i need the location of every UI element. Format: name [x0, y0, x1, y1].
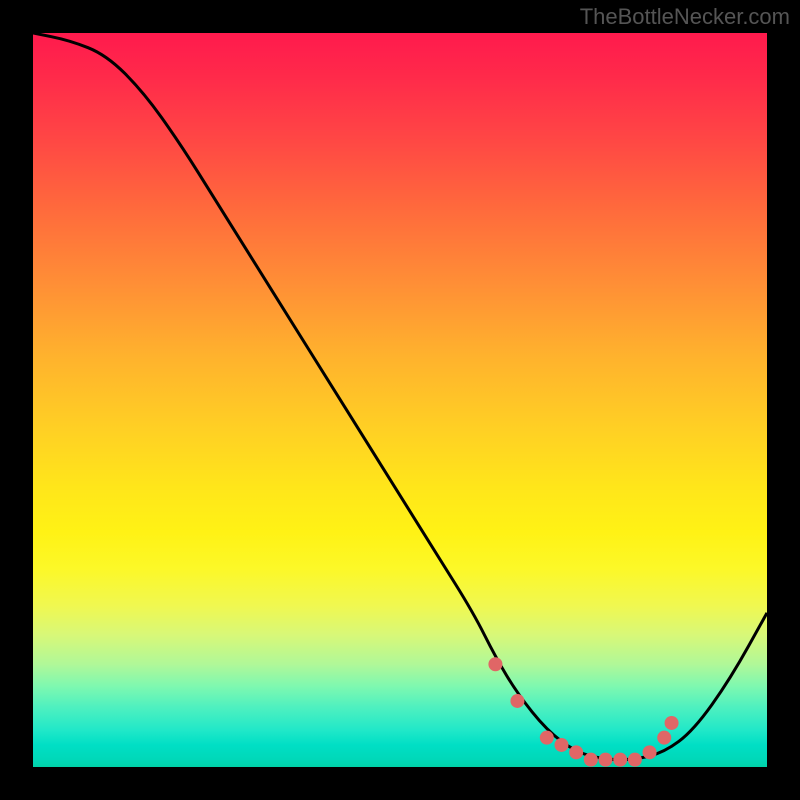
marker-dot [643, 745, 657, 759]
marker-dot [599, 753, 613, 767]
marker-dot [628, 753, 642, 767]
attribution-text: TheBottleNecker.com [580, 4, 790, 30]
curve-line [33, 33, 767, 760]
marker-dot [657, 731, 671, 745]
marker-dot [554, 738, 568, 752]
plot-area [33, 33, 767, 767]
marker-dot [569, 745, 583, 759]
marker-dot [510, 694, 524, 708]
bottleneck-curve-path [33, 33, 767, 760]
chart-svg [33, 33, 767, 767]
marker-dot [584, 753, 598, 767]
marker-dots [488, 657, 678, 766]
marker-dot [613, 753, 627, 767]
marker-dot [540, 731, 554, 745]
marker-dot [488, 657, 502, 671]
marker-dot [665, 716, 679, 730]
